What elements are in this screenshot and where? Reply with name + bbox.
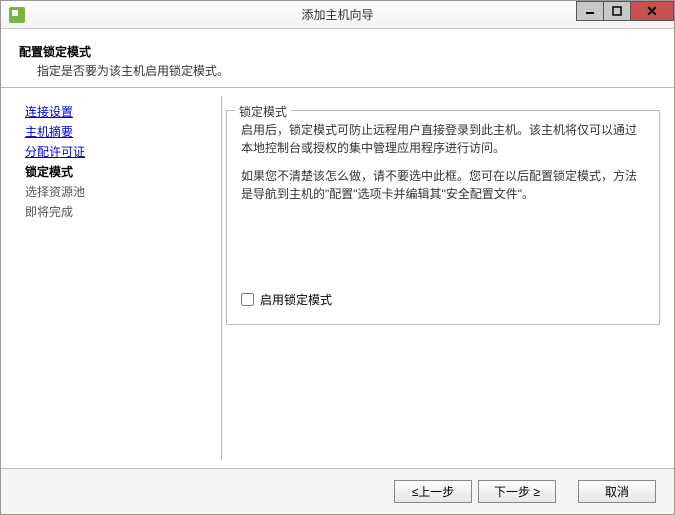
lockdown-description-2: 如果您不清楚该怎么做，请不要选中此框。您可在以后配置锁定模式，方法是导航到主机的… — [241, 167, 645, 203]
close-button[interactable]: ✕ — [630, 1, 674, 21]
main-panel: 锁定模式 启用后，锁定模式可防止远程用户直接登录到此主机。该主机将仅可以通过本地… — [222, 88, 674, 468]
lockdown-description-1: 启用后，锁定模式可防止远程用户直接登录到此主机。该主机将仅可以通过本地控制台或授… — [241, 121, 645, 157]
window-title: 添加主机向导 — [301, 6, 373, 23]
wizard-window: 添加主机向导 ✕ 配置锁定模式 指定是否要为该主机启用锁定模式。 连接设置 主机… — [0, 0, 675, 515]
wizard-body: 连接设置 主机摘要 分配许可证 锁定模式 选择资源池 即将完成 锁定模式 启用后… — [1, 88, 674, 468]
step-resource-pool: 选择资源池 — [25, 182, 211, 202]
maximize-button[interactable] — [603, 1, 631, 21]
wizard-steps-sidebar: 连接设置 主机摘要 分配许可证 锁定模式 选择资源池 即将完成 — [1, 88, 221, 468]
cancel-button[interactable]: 取消 — [578, 480, 656, 503]
step-ready-complete: 即将完成 — [25, 202, 211, 222]
step-connection-settings[interactable]: 连接设置 — [25, 102, 211, 122]
lockdown-fieldset: 锁定模式 启用后，锁定模式可防止远程用户直接登录到此主机。该主机将仅可以通过本地… — [226, 110, 660, 325]
next-button[interactable]: 下一步 ≥ — [478, 480, 556, 503]
enable-lockdown-row: 启用锁定模式 — [241, 291, 645, 308]
page-description: 指定是否要为该主机启用锁定模式。 — [19, 62, 656, 79]
enable-lockdown-checkbox[interactable] — [241, 293, 254, 306]
minimize-button[interactable] — [576, 1, 604, 21]
page-title: 配置锁定模式 — [19, 43, 656, 60]
enable-lockdown-label: 启用锁定模式 — [260, 291, 332, 308]
fieldset-legend: 锁定模式 — [235, 103, 291, 120]
back-button[interactable]: ≤上一步 — [394, 480, 472, 503]
step-lockdown-mode: 锁定模式 — [25, 162, 211, 182]
header-section: 配置锁定模式 指定是否要为该主机启用锁定模式。 — [1, 29, 674, 88]
window-controls: ✕ — [576, 1, 674, 21]
step-host-summary[interactable]: 主机摘要 — [25, 122, 211, 142]
step-assign-license[interactable]: 分配许可证 — [25, 142, 211, 162]
wizard-footer: ≤上一步 下一步 ≥ 取消 — [1, 468, 674, 514]
titlebar: 添加主机向导 ✕ — [1, 1, 674, 29]
app-icon — [9, 7, 25, 23]
